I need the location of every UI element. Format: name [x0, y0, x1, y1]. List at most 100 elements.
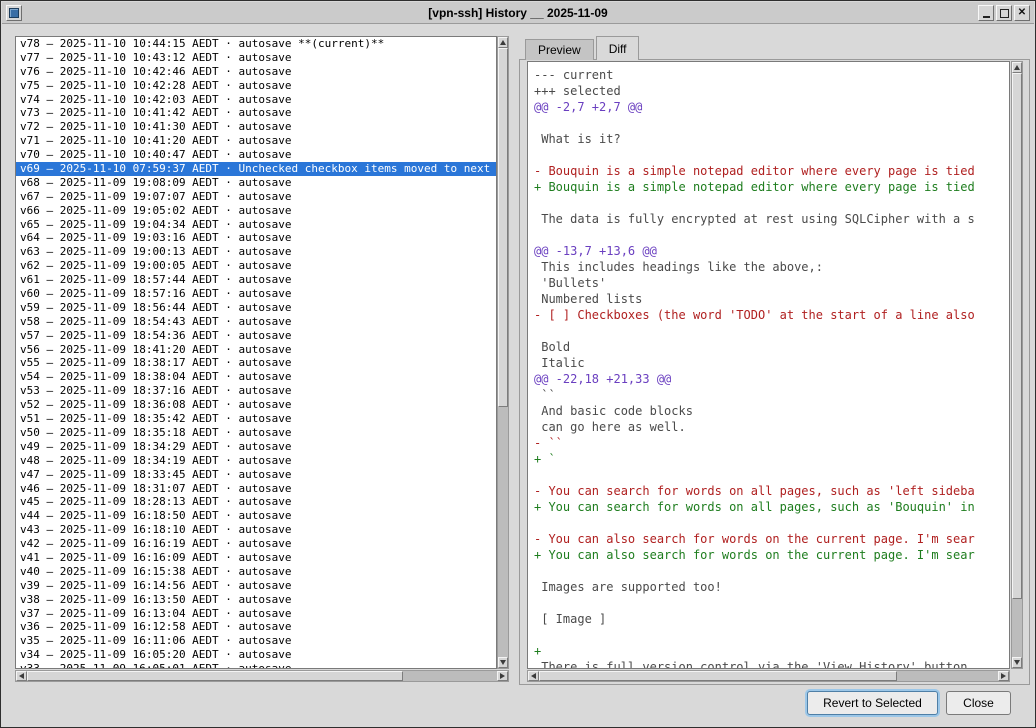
diff-scrollbar-horizontal[interactable]: [527, 670, 1010, 682]
list-item[interactable]: v44 — 2025-11-09 16:18:50 AEDT · autosav…: [16, 509, 496, 523]
diff-line: The data is fully encrypted at rest usin…: [534, 211, 1009, 227]
list-item[interactable]: v45 — 2025-11-09 18:28:13 AEDT · autosav…: [16, 495, 496, 509]
list-item[interactable]: v52 — 2025-11-09 18:36:08 AEDT · autosav…: [16, 398, 496, 412]
history-scrollbar-vertical[interactable]: [497, 36, 509, 669]
diff-line: What is it?: [534, 131, 1009, 147]
list-item[interactable]: v72 — 2025-11-10 10:41:30 AEDT · autosav…: [16, 120, 496, 134]
list-item[interactable]: v54 — 2025-11-09 18:38:04 AEDT · autosav…: [16, 370, 496, 384]
list-item[interactable]: v66 — 2025-11-09 19:05:02 AEDT · autosav…: [16, 204, 496, 218]
list-item[interactable]: v37 — 2025-11-09 16:13:04 AEDT · autosav…: [16, 607, 496, 621]
list-item[interactable]: v65 — 2025-11-09 19:04:34 AEDT · autosav…: [16, 218, 496, 232]
scroll-up-button[interactable]: [498, 37, 508, 48]
list-item[interactable]: v35 — 2025-11-09 16:11:06 AEDT · autosav…: [16, 634, 496, 648]
list-item[interactable]: v42 — 2025-11-09 16:16:19 AEDT · autosav…: [16, 537, 496, 551]
maximize-button[interactable]: [996, 5, 1012, 21]
diff-scrollbar-vertical[interactable]: [1011, 61, 1023, 669]
list-item[interactable]: v59 — 2025-11-09 18:56:44 AEDT · autosav…: [16, 301, 496, 315]
diff-line: + You can also search for words on the c…: [534, 547, 1009, 563]
list-item[interactable]: v77 — 2025-11-10 10:43:12 AEDT · autosav…: [16, 51, 496, 65]
scrollbar-thumb[interactable]: [498, 48, 508, 407]
diff-line: [534, 467, 1009, 483]
diff-line: - Bouquin is a simple notepad editor whe…: [534, 163, 1009, 179]
diff-line: @@ -2,7 +2,7 @@: [534, 99, 1009, 115]
scrollbar-trough[interactable]: [1012, 73, 1022, 657]
list-item[interactable]: v68 — 2025-11-09 19:08:09 AEDT · autosav…: [16, 176, 496, 190]
list-item[interactable]: v78 — 2025-11-10 10:44:15 AEDT · autosav…: [16, 37, 496, 51]
history-scrollbar-horizontal[interactable]: [15, 670, 509, 682]
diff-text[interactable]: --- current+++ selected@@ -2,7 +2,7 @@ W…: [527, 61, 1010, 669]
list-item[interactable]: v40 — 2025-11-09 16:15:38 AEDT · autosav…: [16, 565, 496, 579]
diff-line: [534, 563, 1009, 579]
scrollbar-trough[interactable]: [27, 671, 497, 681]
list-item[interactable]: v61 — 2025-11-09 18:57:44 AEDT · autosav…: [16, 273, 496, 287]
diff-line: Images are supported too!: [534, 579, 1009, 595]
list-item[interactable]: v50 — 2025-11-09 18:35:18 AEDT · autosav…: [16, 426, 496, 440]
diff-line: Bold: [534, 339, 1009, 355]
minimize-icon: [983, 16, 990, 18]
diff-line: Numbered lists: [534, 291, 1009, 307]
tab-preview[interactable]: Preview: [525, 39, 594, 60]
diff-line: - ``: [534, 435, 1009, 451]
scroll-up-button[interactable]: [1012, 62, 1022, 73]
diff-line: + `: [534, 451, 1009, 467]
scroll-down-button[interactable]: [498, 657, 508, 668]
list-item[interactable]: v36 — 2025-11-09 16:12:58 AEDT · autosav…: [16, 620, 496, 634]
list-item[interactable]: v38 — 2025-11-09 16:13:50 AEDT · autosav…: [16, 593, 496, 607]
list-item[interactable]: v67 — 2025-11-09 19:07:07 AEDT · autosav…: [16, 190, 496, 204]
arrow-down-icon: [500, 660, 506, 665]
list-item[interactable]: v57 — 2025-11-09 18:54:36 AEDT · autosav…: [16, 329, 496, 343]
list-item[interactable]: v34 — 2025-11-09 16:05:20 AEDT · autosav…: [16, 648, 496, 662]
scroll-left-button[interactable]: [16, 671, 27, 681]
list-item[interactable]: v49 — 2025-11-09 18:34:29 AEDT · autosav…: [16, 440, 496, 454]
minimize-button[interactable]: [978, 5, 994, 21]
diff-line: [534, 595, 1009, 611]
history-list[interactable]: v78 — 2025-11-10 10:44:15 AEDT · autosav…: [15, 36, 497, 669]
diff-line: [534, 323, 1009, 339]
tab-diff[interactable]: Diff: [596, 36, 640, 60]
revert-to-selected-button[interactable]: Revert to Selected: [807, 691, 938, 715]
arrow-right-icon: [500, 673, 505, 679]
scrollbar-thumb[interactable]: [539, 671, 897, 681]
list-item[interactable]: v69 — 2025-11-10 07:59:37 AEDT · Uncheck…: [16, 162, 496, 176]
list-item[interactable]: v56 — 2025-11-09 18:41:20 AEDT · autosav…: [16, 343, 496, 357]
diff-line: [534, 115, 1009, 131]
list-item[interactable]: v62 — 2025-11-09 19:00:05 AEDT · autosav…: [16, 259, 496, 273]
list-item[interactable]: v64 — 2025-11-09 19:03:16 AEDT · autosav…: [16, 231, 496, 245]
list-item[interactable]: v55 — 2025-11-09 18:38:17 AEDT · autosav…: [16, 356, 496, 370]
list-item[interactable]: v60 — 2025-11-09 18:57:16 AEDT · autosav…: [16, 287, 496, 301]
list-item[interactable]: v71 — 2025-11-10 10:41:20 AEDT · autosav…: [16, 134, 496, 148]
diff-line: This includes headings like the above,:: [534, 259, 1009, 275]
list-item[interactable]: v53 — 2025-11-09 18:37:16 AEDT · autosav…: [16, 384, 496, 398]
scrollbar-trough[interactable]: [539, 671, 998, 681]
list-item[interactable]: v73 — 2025-11-10 10:41:42 AEDT · autosav…: [16, 106, 496, 120]
list-item[interactable]: v33 — 2025-11-09 16:05:01 AEDT · autosav…: [16, 662, 496, 669]
diff-line: @@ -13,7 +13,6 @@: [534, 243, 1009, 259]
list-item[interactable]: v48 — 2025-11-09 18:34:19 AEDT · autosav…: [16, 454, 496, 468]
window-controls: ✕: [978, 5, 1030, 21]
close-dialog-button[interactable]: Close: [946, 691, 1011, 715]
list-item[interactable]: v47 — 2025-11-09 18:33:45 AEDT · autosav…: [16, 468, 496, 482]
close-button[interactable]: ✕: [1014, 5, 1030, 21]
scroll-right-button[interactable]: [497, 671, 508, 681]
list-item[interactable]: v43 — 2025-11-09 16:18:10 AEDT · autosav…: [16, 523, 496, 537]
list-item[interactable]: v41 — 2025-11-09 16:16:09 AEDT · autosav…: [16, 551, 496, 565]
scrollbar-thumb[interactable]: [27, 671, 403, 681]
scrollbar-thumb[interactable]: [1012, 73, 1022, 599]
arrow-up-icon: [1014, 65, 1020, 70]
list-item[interactable]: v63 — 2025-11-09 19:00:13 AEDT · autosav…: [16, 245, 496, 259]
list-item[interactable]: v51 — 2025-11-09 18:35:42 AEDT · autosav…: [16, 412, 496, 426]
scrollbar-trough[interactable]: [498, 48, 508, 657]
list-item[interactable]: v74 — 2025-11-10 10:42:03 AEDT · autosav…: [16, 93, 496, 107]
list-item[interactable]: v46 — 2025-11-09 18:31:07 AEDT · autosav…: [16, 482, 496, 496]
scroll-left-button[interactable]: [528, 671, 539, 681]
list-item[interactable]: v58 — 2025-11-09 18:54:43 AEDT · autosav…: [16, 315, 496, 329]
diff-line: Italic: [534, 355, 1009, 371]
list-item[interactable]: v75 — 2025-11-10 10:42:28 AEDT · autosav…: [16, 79, 496, 93]
scroll-down-button[interactable]: [1012, 657, 1022, 668]
scroll-right-button[interactable]: [998, 671, 1009, 681]
list-item[interactable]: v70 — 2025-11-10 10:40:47 AEDT · autosav…: [16, 148, 496, 162]
list-item[interactable]: v39 — 2025-11-09 16:14:56 AEDT · autosav…: [16, 579, 496, 593]
diff-line: [534, 147, 1009, 163]
list-item[interactable]: v76 — 2025-11-10 10:42:46 AEDT · autosav…: [16, 65, 496, 79]
titlebar[interactable]: [vpn-ssh] History __ 2025-11-09 ✕: [2, 2, 1034, 24]
